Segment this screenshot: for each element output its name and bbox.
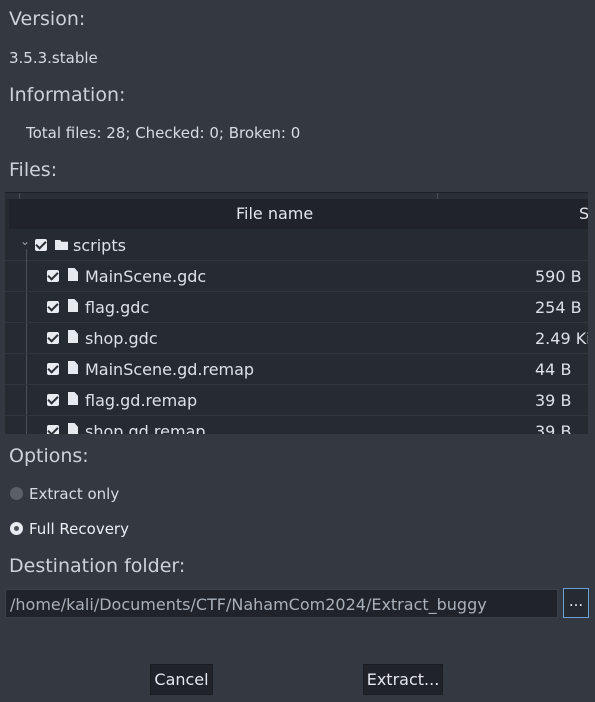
destination-path-field[interactable]: /home/kali/Documents/CTF/NahamCom2024/Ex… — [5, 589, 558, 618]
column-file-name[interactable]: File name — [236, 204, 313, 223]
file-tree-header: File name S — [9, 199, 588, 229]
destination-heading: Destination folder: — [9, 555, 186, 577]
radio-unselected-icon[interactable] — [10, 487, 23, 500]
full-recovery-label: Full Recovery — [29, 520, 129, 538]
file-checkbox[interactable] — [47, 332, 59, 344]
information-value: Total files: 28; Checked: 0; Broken: 0 — [26, 124, 301, 142]
information-heading: Information: — [9, 84, 126, 106]
extract-only-radio[interactable]: Extract only — [10, 485, 210, 505]
tree-row-folder[interactable]: ⌄ scripts — [5, 230, 588, 260]
file-tree[interactable]: File name S ⌄ scripts MainScene.gdc 590 … — [5, 192, 588, 434]
file-icon — [68, 299, 78, 312]
table-row[interactable]: shop.gd.remap 39 B — [5, 416, 588, 434]
file-checkbox[interactable] — [47, 270, 59, 282]
version-value: 3.5.3.stable — [9, 49, 98, 67]
options-heading: Options: — [9, 445, 89, 467]
table-row[interactable]: flag.gd.remap 39 B — [5, 385, 588, 415]
file-name: flag.gdc — [85, 298, 150, 317]
column-size[interactable]: S — [579, 204, 588, 223]
table-row[interactable]: MainScene.gdc 590 B — [5, 261, 588, 291]
file-icon — [68, 392, 78, 405]
file-name: shop.gd.remap — [85, 422, 206, 434]
folder-icon — [55, 240, 68, 250]
file-name: shop.gdc — [85, 329, 158, 348]
file-size: 254 B — [535, 298, 582, 317]
radio-selected-icon[interactable] — [10, 522, 23, 535]
file-size: 590 B — [535, 267, 582, 286]
file-checkbox[interactable] — [47, 425, 59, 434]
table-row[interactable]: MainScene.gd.remap 44 B — [5, 354, 588, 384]
version-heading: Version: — [9, 8, 86, 30]
extract-button[interactable]: Extract... — [363, 664, 443, 695]
file-name: MainScene.gd.remap — [85, 360, 255, 379]
extract-only-label: Extract only — [29, 485, 120, 503]
file-size: 39 B — [535, 391, 572, 410]
file-checkbox[interactable] — [47, 301, 59, 313]
files-heading: Files: — [9, 159, 58, 181]
file-icon — [68, 330, 78, 343]
file-name: MainScene.gdc — [85, 267, 207, 286]
full-recovery-radio[interactable]: Full Recovery — [10, 520, 210, 540]
file-icon — [68, 423, 78, 434]
file-checkbox[interactable] — [47, 363, 59, 375]
folder-checkbox[interactable] — [35, 239, 47, 251]
file-icon — [68, 361, 78, 374]
file-name: flag.gd.remap — [85, 391, 198, 410]
browse-button[interactable]: ... — [563, 588, 589, 618]
file-checkbox[interactable] — [47, 394, 59, 406]
file-size: 2.49 Kil — [535, 329, 588, 348]
file-size: 44 B — [535, 360, 572, 379]
table-row[interactable]: flag.gdc 254 B — [5, 292, 588, 322]
folder-name: scripts — [73, 236, 126, 255]
table-row[interactable]: shop.gdc 2.49 Kil — [5, 323, 588, 353]
cancel-button[interactable]: Cancel — [150, 664, 213, 695]
file-size: 39 B — [535, 422, 572, 434]
chevron-down-icon[interactable]: ⌄ — [20, 234, 30, 248]
file-icon — [68, 268, 78, 281]
